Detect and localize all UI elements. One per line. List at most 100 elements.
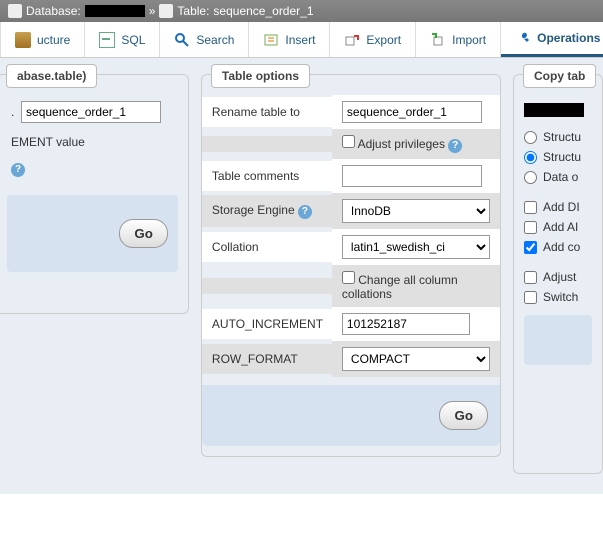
tab-structure-label: ucture — [37, 33, 70, 47]
copy-data-label: Data o — [543, 170, 578, 184]
row-engine: Storage Engine ? InnoDB — [202, 193, 500, 229]
tab-import-label: Import — [452, 33, 486, 47]
export-icon — [344, 32, 360, 48]
adjust-priv-checkbox[interactable] — [342, 135, 355, 148]
move-dot: . — [11, 105, 14, 119]
rowformat-label: ROW_FORMAT — [202, 344, 332, 374]
comments-input[interactable] — [342, 165, 482, 187]
bc-db-label: Database: — [26, 4, 81, 18]
tab-search[interactable]: Search — [160, 22, 249, 57]
tab-insert-label: Insert — [285, 33, 315, 47]
sql-icon — [99, 32, 115, 48]
help-icon[interactable]: ? — [448, 139, 462, 153]
autoinc-input[interactable] — [342, 313, 470, 335]
panel-move: abase.table) . EMENT value ? Go — [0, 74, 189, 314]
breadcrumb: Database: » Table: sequence_order_1 — [0, 0, 603, 22]
copy-footer — [524, 315, 592, 365]
bc-db-name-redacted — [85, 5, 145, 17]
collation-label: Collation — [202, 232, 332, 262]
table-options-footer: Go — [202, 385, 500, 446]
engine-label: Storage Engine — [212, 203, 295, 217]
copy-add-dl-label: Add DI — [543, 200, 580, 214]
db-icon — [8, 4, 22, 18]
copy-db-redacted — [524, 103, 584, 117]
move-db-row: . — [7, 95, 178, 129]
copy-adjust-label: Adjust — [543, 270, 576, 284]
copy-add-co: Add co — [524, 237, 592, 257]
row-adjust-priv: Adjust privileges ? — [202, 129, 500, 159]
bc-sep: » — [149, 4, 156, 18]
import-icon — [430, 32, 446, 48]
copy-add-al: Add AI — [524, 217, 592, 237]
panel-copy: Copy tab Structu Structu Data o Add DI — [513, 74, 603, 474]
help-icon[interactable]: ? — [11, 163, 25, 177]
rename-input[interactable] — [342, 101, 482, 123]
copy-add-dl: Add DI — [524, 197, 592, 217]
copy-radio-structure1[interactable] — [524, 131, 537, 144]
move-go-button[interactable]: Go — [119, 219, 168, 248]
tab-import[interactable]: Import — [416, 22, 501, 57]
copy-structure1-label: Structu — [543, 130, 581, 144]
collation-select[interactable]: latin1_swedish_ci — [342, 235, 490, 259]
help-icon[interactable]: ? — [298, 205, 312, 219]
move-ement-label: EMENT value — [11, 135, 85, 149]
tab-insert[interactable]: Insert — [249, 22, 330, 57]
tabs: ucture SQL Search Insert Export Import O… — [0, 22, 603, 58]
autoinc-label: AUTO_INCREMENT — [202, 309, 332, 339]
move-table-input[interactable] — [21, 101, 161, 123]
change-coll-checkbox[interactable] — [342, 271, 355, 284]
copy-add-co-label: Add co — [543, 240, 580, 254]
move-help-row: ? — [7, 155, 178, 183]
copy-switch: Switch — [524, 287, 592, 307]
change-coll-label: Change all column collations — [342, 273, 458, 301]
copy-radio-data[interactable] — [524, 171, 537, 184]
copy-add-dl-checkbox[interactable] — [524, 201, 537, 214]
panel-table-options-legend: Table options — [211, 64, 310, 88]
bc-table-label: Table: — [177, 4, 209, 18]
copy-opt-structure1: Structu — [524, 127, 592, 147]
tab-operations-label: Operations — [537, 31, 600, 45]
row-rename: Rename table to — [202, 95, 500, 129]
tab-export-label: Export — [366, 33, 401, 47]
tab-export[interactable]: Export — [330, 22, 416, 57]
table-icon — [159, 4, 173, 18]
structure-icon — [15, 32, 31, 48]
adjust-priv-label: Adjust privileges — [358, 137, 445, 151]
copy-adjust: Adjust — [524, 267, 592, 287]
content: abase.table) . EMENT value ? Go Table op… — [0, 58, 603, 494]
comments-label: Table comments — [202, 161, 332, 191]
move-ement-row: EMENT value — [7, 129, 178, 155]
panel-table-options: Table options Rename table to Adjust pri… — [201, 74, 501, 457]
tab-sql[interactable]: SQL — [85, 22, 160, 57]
row-autoinc: AUTO_INCREMENT — [202, 307, 500, 341]
rename-label: Rename table to — [202, 97, 332, 127]
copy-switch-label: Switch — [543, 290, 578, 304]
copy-radio-structure2[interactable] — [524, 151, 537, 164]
row-comments: Table comments — [202, 159, 500, 193]
row-change-coll: Change all column collations — [202, 265, 500, 307]
row-rowformat: ROW_FORMAT COMPACT — [202, 341, 500, 377]
tab-search-label: Search — [196, 33, 234, 47]
copy-adjust-checkbox[interactable] — [524, 271, 537, 284]
copy-opt-data: Data o — [524, 167, 592, 187]
tab-structure[interactable]: ucture — [0, 22, 85, 57]
copy-add-co-checkbox[interactable] — [524, 241, 537, 254]
copy-add-al-checkbox[interactable] — [524, 221, 537, 234]
search-icon — [174, 32, 190, 48]
panel-copy-legend: Copy tab — [523, 64, 596, 88]
copy-opt-structure2: Structu — [524, 147, 592, 167]
tab-sql-label: SQL — [121, 33, 145, 47]
engine-select[interactable]: InnoDB — [342, 199, 490, 223]
row-collation: Collation latin1_swedish_ci — [202, 229, 500, 265]
copy-structure2-label: Structu — [543, 150, 581, 164]
rowformat-select[interactable]: COMPACT — [342, 347, 490, 371]
insert-icon — [263, 32, 279, 48]
wrench-icon — [515, 30, 531, 46]
table-options-go-button[interactable]: Go — [439, 401, 488, 430]
copy-switch-checkbox[interactable] — [524, 291, 537, 304]
panel-move-legend: abase.table) — [6, 64, 97, 88]
move-footer: Go — [7, 195, 178, 272]
copy-add-al-label: Add AI — [543, 220, 578, 234]
bc-table-name[interactable]: sequence_order_1 — [213, 4, 313, 18]
tab-operations[interactable]: Operations — [501, 22, 603, 57]
